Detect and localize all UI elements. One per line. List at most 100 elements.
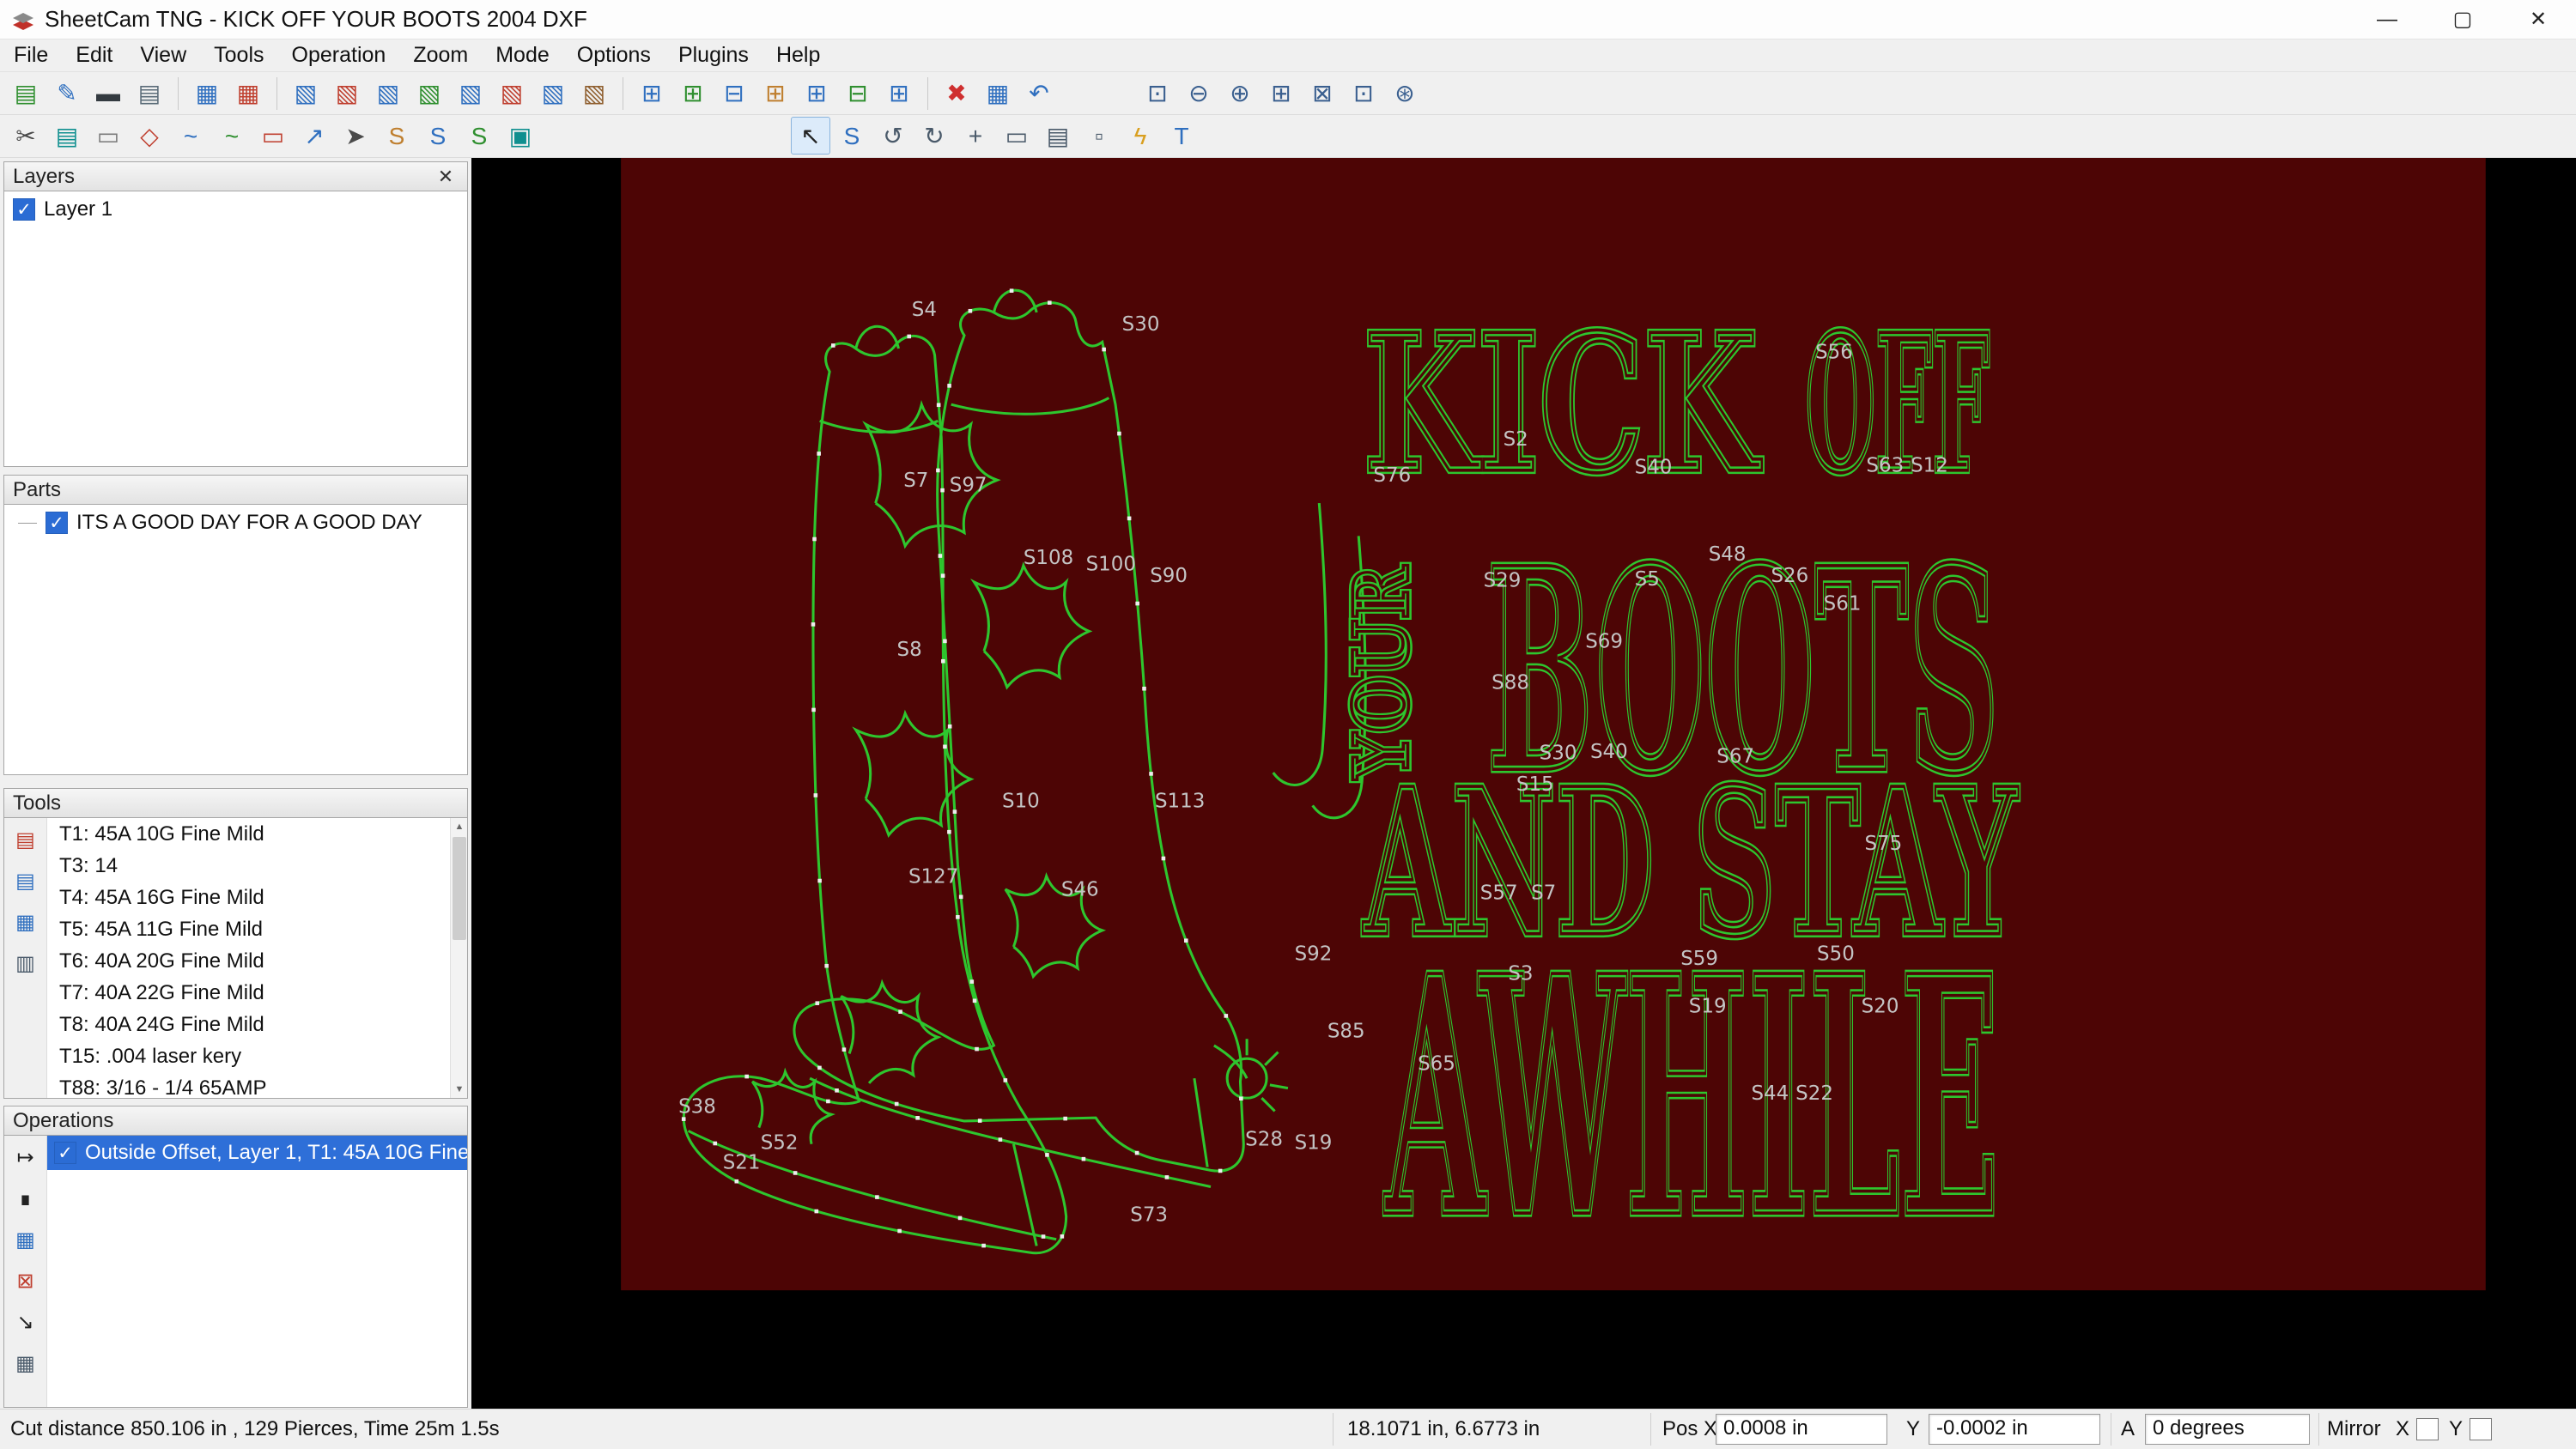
tool-item[interactable]: T15: .004 laser kery <box>47 1040 450 1072</box>
op-table-icon[interactable]: ▦ <box>9 1347 43 1379</box>
open-part-icon[interactable]: ▧ <box>327 75 367 112</box>
zoom-previous-icon[interactable]: ⊛ <box>1385 75 1425 112</box>
delete-selection-icon[interactable]: ✖ <box>937 75 976 112</box>
contour-options-icon[interactable]: ✂ <box>6 117 46 155</box>
select-tool-icon[interactable]: ↖ <box>791 117 830 155</box>
menu-edit[interactable]: Edit <box>62 39 126 71</box>
zoom-part-icon[interactable]: ⊞ <box>1261 75 1301 112</box>
maximize-button[interactable]: ▢ <box>2425 0 2500 39</box>
drawing-canvas[interactable]: KICK OFF YOUR BOOTS AND STAY AWHILE KICK… <box>471 158 2576 1409</box>
new-part-icon[interactable]: ▧ <box>286 75 325 112</box>
minimize-button[interactable]: — <box>2349 0 2425 39</box>
material-options-icon[interactable]: ▦ <box>228 75 268 112</box>
show-layers-icon[interactable]: ▤ <box>47 117 87 155</box>
add-start-point-icon[interactable]: S <box>418 118 458 155</box>
tool-item[interactable]: T3: 14 <box>47 850 450 882</box>
selection-box-icon[interactable]: ▫ <box>1079 118 1119 155</box>
edit-tool-icon[interactable]: ▥ <box>9 947 43 979</box>
menu-view[interactable]: View <box>126 39 200 71</box>
align-parts-icon[interactable]: ⊞ <box>797 75 836 112</box>
part-item[interactable]: ✓ ITS A GOOD DAY FOR A GOOD DAY <box>4 505 467 541</box>
pan-tool-icon[interactable]: + <box>956 118 995 155</box>
layer-item[interactable]: ✓ Layer 1 <box>4 191 467 227</box>
menu-zoom[interactable]: Zoom <box>399 39 482 71</box>
set-origin-icon[interactable]: ⊞ <box>879 75 919 112</box>
checkbox[interactable]: ✓ <box>13 198 35 221</box>
mirror-x-checkbox[interactable] <box>2416 1418 2439 1440</box>
delete-operation-icon[interactable]: ⊠ <box>9 1264 43 1297</box>
layers-panel-close-icon[interactable]: ✕ <box>433 166 459 188</box>
op-wizard-icon[interactable]: ▦ <box>9 1223 43 1256</box>
line-segment-icon[interactable]: ↗ <box>295 117 334 155</box>
text-tool-icon[interactable]: T <box>1162 118 1201 155</box>
plunge-moves-icon[interactable]: ↘ <box>9 1306 43 1338</box>
snap-to-grid-icon[interactable]: ⊟ <box>838 75 878 112</box>
operation-item[interactable]: ✓ Outside Offset, Layer 1, T1: 45A 10G Fi… <box>47 1136 467 1170</box>
tool-item[interactable]: T88: 3/16 - 1/4 65AMP <box>47 1072 450 1099</box>
zoom-window-icon[interactable]: ⊡ <box>1138 75 1177 112</box>
simulate-icon[interactable]: ϟ <box>1121 118 1160 155</box>
pause-ops-icon[interactable]: ∎ <box>9 1182 43 1215</box>
tool-item[interactable]: T8: 40A 24G Fine Mild <box>47 1009 450 1040</box>
rotate-cw-icon[interactable]: ↻ <box>914 117 954 155</box>
auto-start-point-icon[interactable]: S <box>459 118 499 155</box>
direction-arrow-icon[interactable]: ➤ <box>336 117 375 155</box>
zoom-material-icon[interactable]: ⊡ <box>1344 75 1383 112</box>
undo-icon[interactable]: ↶ <box>1019 75 1059 112</box>
close-button[interactable]: ✕ <box>2500 0 2576 39</box>
edit-drawing-icon[interactable]: ✎ <box>47 75 87 112</box>
join-contours-icon[interactable]: ~ <box>171 118 210 155</box>
checkbox[interactable]: ✓ <box>54 1142 76 1164</box>
menu-tools[interactable]: Tools <box>200 39 277 71</box>
copy-part-icon[interactable]: ▧ <box>410 75 449 112</box>
reload-drawing-icon[interactable]: ⊞ <box>673 75 713 112</box>
tool-table-icon[interactable]: ▦ <box>9 906 43 938</box>
tool-item[interactable]: T1: 45A 10G Fine Mild <box>47 818 450 850</box>
nest-part-icon[interactable]: ▧ <box>574 75 614 112</box>
menu-plugins[interactable]: Plugins <box>665 39 762 71</box>
array-part-icon[interactable]: ▧ <box>533 75 573 112</box>
duplicate-part-icon[interactable]: ▧ <box>492 75 532 112</box>
tool-item[interactable]: T7: 40A 22G Fine Mild <box>47 977 450 1009</box>
view-machine-icon[interactable]: ▤ <box>1038 117 1078 155</box>
paste-part-icon[interactable]: ▧ <box>451 75 490 112</box>
clipboard-icon[interactable]: ▣ <box>501 117 540 155</box>
menu-mode[interactable]: Mode <box>482 39 563 71</box>
export-tools-icon[interactable]: ▤ <box>9 864 43 897</box>
tools-scrollbar[interactable]: ▲ ▼ <box>450 818 467 1098</box>
node-edit-icon[interactable]: ◇ <box>130 117 169 155</box>
show-grid-icon[interactable]: ▦ <box>978 75 1018 112</box>
show-display-icon[interactable]: ▬ <box>88 75 128 112</box>
snap-tool-icon[interactable]: S <box>832 118 872 155</box>
save-part-icon[interactable]: ▧ <box>368 75 408 112</box>
smooth-contour-icon[interactable]: ~ <box>212 118 252 155</box>
rect-select-icon[interactable]: ▭ <box>253 117 293 155</box>
run-post-icon[interactable]: ↦ <box>9 1141 43 1173</box>
zoom-in-icon[interactable]: ⊕ <box>1220 75 1260 112</box>
scroll-up-icon[interactable]: ▲ <box>451 818 467 835</box>
scrollbar-thumb[interactable] <box>453 837 466 940</box>
menu-options[interactable]: Options <box>563 39 665 71</box>
rotate-ccw-icon[interactable]: ↺ <box>873 117 913 155</box>
move-origin-icon[interactable]: ⊟ <box>714 75 754 112</box>
tool-item[interactable]: T5: 45A 11G Fine Mild <box>47 913 450 945</box>
import-drawing-icon[interactable]: ⊞ <box>632 75 671 112</box>
print-icon[interactable]: ▤ <box>130 75 169 112</box>
tool-item[interactable]: T4: 45A 16G Fine Mild <box>47 882 450 913</box>
menu-help[interactable]: Help <box>762 39 834 71</box>
measure-tool-icon[interactable]: ▭ <box>997 117 1036 155</box>
start-points-icon[interactable]: S <box>377 118 416 155</box>
scroll-down-icon[interactable]: ▼ <box>451 1081 467 1098</box>
import-tools-icon[interactable]: ▤ <box>9 823 43 856</box>
checkbox[interactable]: ✓ <box>46 512 68 534</box>
job-options-icon[interactable]: ▦ <box>187 75 227 112</box>
show-plate-icon[interactable]: ▭ <box>88 117 128 155</box>
menu-operation[interactable]: Operation <box>278 39 400 71</box>
mirror-y-checkbox[interactable] <box>2470 1418 2492 1440</box>
zoom-out-icon[interactable]: ⊖ <box>1179 75 1218 112</box>
new-drawing-icon[interactable]: ▤ <box>6 75 46 112</box>
zoom-extents-icon[interactable]: ⊠ <box>1303 75 1342 112</box>
tool-item[interactable]: T6: 40A 20G Fine Mild <box>47 945 450 977</box>
rotate-part-icon[interactable]: ⊞ <box>756 75 795 112</box>
menu-file[interactable]: File <box>0 39 62 71</box>
